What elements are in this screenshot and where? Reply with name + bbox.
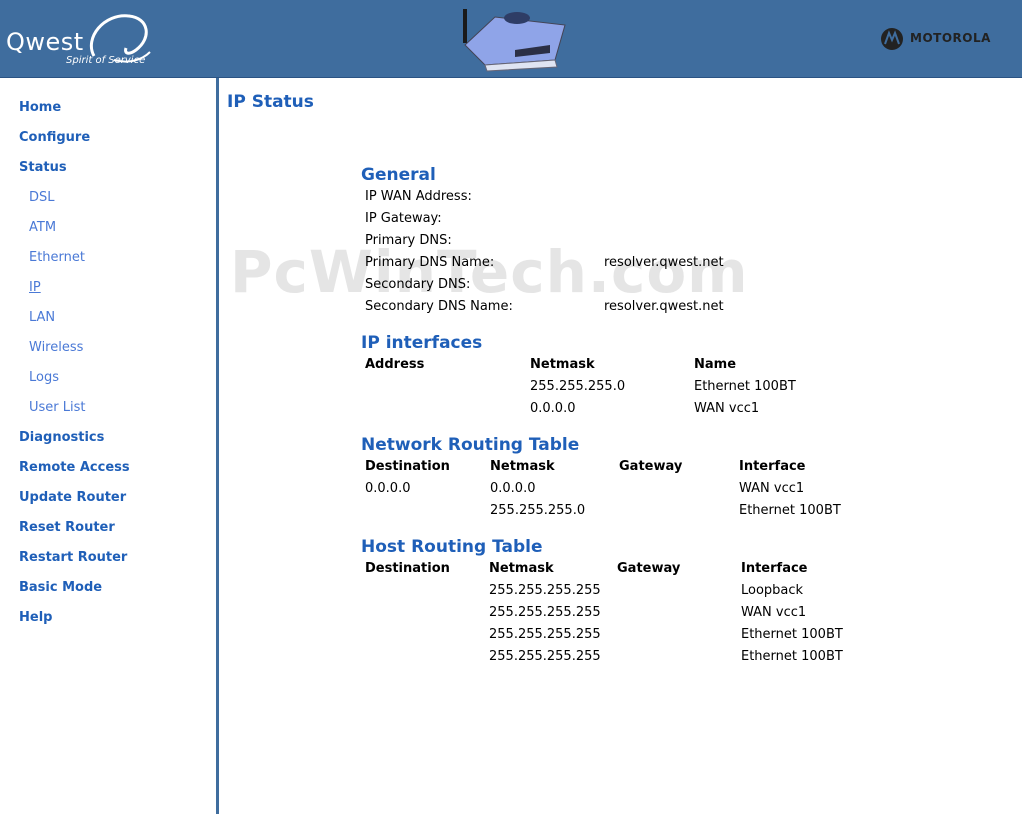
vendor-name: MOTOROLA [910,31,991,45]
column-header: Interface [739,459,806,474]
table-cell: Loopback [741,583,804,598]
sidebar-item-update-router[interactable]: Update Router [19,490,126,505]
ip-interfaces-section-title: IP interfaces [361,333,483,353]
table-cell: 0.0.0.0 [365,481,411,496]
sidebar-item-help[interactable]: Help [19,610,52,625]
router-image [463,9,566,72]
general-value: resolver.qwest.net [604,255,724,270]
general-value: resolver.qwest.net [604,299,724,314]
sidebar-item-wireless[interactable]: Wireless [29,340,83,355]
column-header: Name [694,357,737,372]
table-cell: Ethernet 100BT [741,649,843,664]
header-banner: Qwest Spirit of Service MOTOROLA [0,0,1022,78]
sidebar-item-home[interactable]: Home [19,100,61,115]
sidebar-item-logs[interactable]: Logs [29,370,59,385]
column-header: Netmask [489,561,554,576]
sidebar-item-remote-access[interactable]: Remote Access [19,460,130,475]
sidebar-item-basic-mode[interactable]: Basic Mode [19,580,102,595]
general-label: Primary DNS Name: [365,255,495,270]
host-routing-section-title: Host Routing Table [361,537,543,557]
sidebar-item-restart-router[interactable]: Restart Router [19,550,127,565]
column-header: Interface [741,561,808,576]
table-cell: Ethernet 100BT [694,379,796,394]
general-label: IP WAN Address: [365,189,472,204]
column-header: Destination [365,459,450,474]
sidebar-item-status[interactable]: Status [19,160,67,175]
sidebar-item-reset-router[interactable]: Reset Router [19,520,115,535]
sidebar-item-ip[interactable]: IP [29,280,41,295]
sidebar-item-configure[interactable]: Configure [19,130,90,145]
general-label: Primary DNS: [365,233,452,248]
table-cell: 255.255.255.255 [489,583,601,598]
table-cell: 0.0.0.0 [530,401,576,416]
table-cell: WAN vcc1 [739,481,805,496]
table-cell: Ethernet 100BT [739,503,841,518]
table-cell: WAN vcc1 [694,401,760,416]
sidebar-item-ethernet[interactable]: Ethernet [29,250,85,265]
sidebar-nav: Home Configure Status DSL ATM Ethernet I… [0,78,219,814]
qwest-swirl-icon [90,14,151,63]
column-header: Netmask [530,357,595,372]
table-cell: 0.0.0.0 [490,481,536,496]
sidebar-item-diagnostics[interactable]: Diagnostics [19,430,104,445]
main-content: IP Status General IP WAN Address: IP Gat… [219,78,1022,814]
general-label: IP Gateway: [365,211,442,226]
column-header: Gateway [617,561,681,576]
column-header: Address [365,357,425,372]
sidebar-item-atm[interactable]: ATM [29,220,56,235]
sidebar-item-dsl[interactable]: DSL [29,190,55,205]
column-header: Gateway [619,459,683,474]
table-cell: 255.255.255.255 [489,627,601,642]
column-header: Netmask [490,459,555,474]
general-label: Secondary DNS Name: [365,299,513,314]
table-cell: WAN vcc1 [741,605,807,620]
table-cell: 255.255.255.255 [489,605,601,620]
general-label: Secondary DNS: [365,277,471,292]
table-cell: 255.255.255.0 [530,379,626,394]
column-header: Destination [365,561,450,576]
brand-name: Qwest [6,28,84,56]
motorola-logo: MOTOROLA [880,27,990,51]
sidebar-item-user-list[interactable]: User List [29,400,86,415]
table-cell: 255.255.255.0 [490,503,586,518]
table-cell: Ethernet 100BT [741,627,843,642]
sidebar-item-lan[interactable]: LAN [29,310,55,325]
network-routing-section-title: Network Routing Table [361,435,580,455]
general-section-title: General [361,165,436,185]
page-title: IP Status [227,92,314,112]
qwest-logo: Qwest Spirit of Service [4,8,154,72]
table-cell: 255.255.255.255 [489,649,601,664]
motorola-batwing-icon [881,28,903,50]
